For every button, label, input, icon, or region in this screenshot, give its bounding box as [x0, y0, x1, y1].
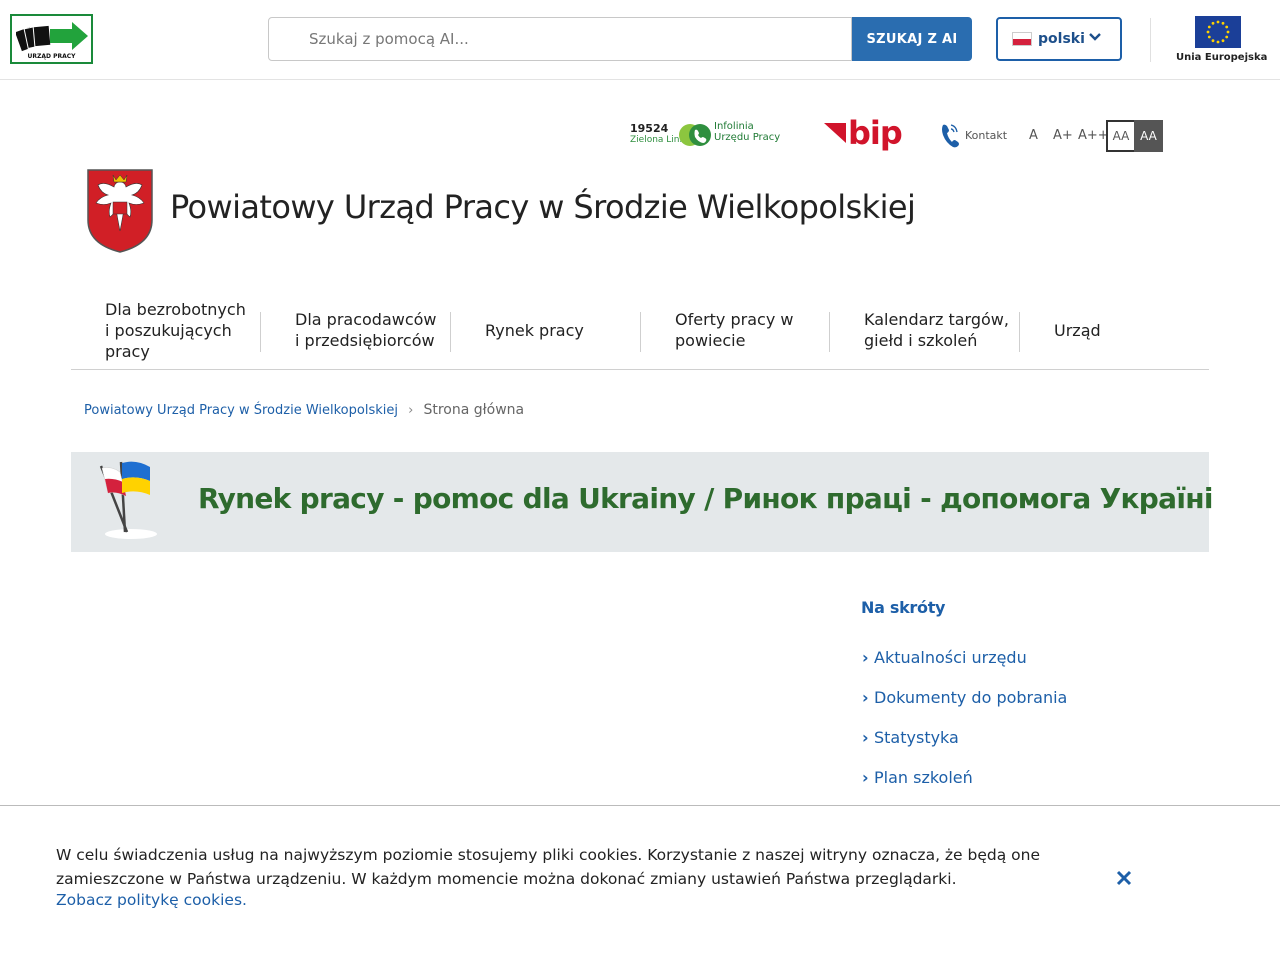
shortcut-statistics[interactable]: › Statystyka	[862, 728, 959, 747]
bip-triangle-icon	[824, 123, 846, 143]
font-size-normal-button[interactable]: A	[1029, 128, 1038, 143]
shortcut-news[interactable]: › Aktualności urzędu	[862, 648, 1027, 667]
shortcuts-title: Na skróty	[861, 598, 946, 617]
coat-of-arms-icon[interactable]	[86, 168, 154, 254]
nav-divider	[1019, 312, 1020, 352]
contact-link[interactable]: Kontakt	[938, 122, 1018, 150]
search-ai-button[interactable]: SZUKAJ Z AI	[852, 17, 972, 61]
font-size-large-button[interactable]: A+	[1053, 128, 1073, 143]
phone-icon	[942, 124, 959, 148]
font-size-xlarge-button[interactable]: A++	[1078, 128, 1109, 143]
site-title[interactable]: Powiatowy Urząd Pracy w Środzie Wielkopo…	[170, 188, 916, 226]
banner-text: Rynek pracy - pomoc dla Ukrainy / Ринок …	[198, 482, 1213, 515]
chevron-right-icon: ›	[862, 688, 869, 707]
shortcut-label: Dokumenty do pobrania	[874, 688, 1068, 707]
nav-item-job-offers[interactable]: Oferty pracy w powiecie	[675, 290, 815, 370]
chevron-right-icon: ›	[862, 728, 869, 747]
nav-divider	[450, 312, 451, 352]
breadcrumb-home-link[interactable]: Powiatowy Urząd Pracy w Środzie Wielkopo…	[84, 403, 398, 418]
nav-item-unemployed[interactable]: Dla bezrobotnych i poszukujących pracy	[105, 290, 255, 370]
contrast-high-button[interactable]: AA	[1134, 120, 1163, 152]
ukraine-help-banner[interactable]: Rynek pracy - pomoc dla Ukrainy / Ринок …	[71, 452, 1213, 552]
bip-link[interactable]: bip	[822, 114, 903, 154]
eu-logo: Unia Europejska	[1176, 16, 1268, 63]
infolinia-link[interactable]: 19524 Zielona Linia Infolinia Urzędu Prac…	[630, 120, 790, 150]
poland-ukraine-flags-icon	[99, 461, 157, 539]
close-icon[interactable]	[1112, 866, 1136, 890]
chevron-right-icon: ›	[408, 403, 414, 418]
eu-flag-icon	[1195, 16, 1241, 48]
shortcut-label: Statystyka	[874, 728, 959, 747]
poland-flag-icon	[1012, 32, 1032, 46]
eu-label: Unia Europejska	[1176, 52, 1268, 63]
chevron-down-icon	[1089, 33, 1101, 41]
logo-text: URZĄD PRACY	[27, 53, 76, 60]
infolinia-label: Infolinia Urzędu Pracy	[714, 121, 781, 143]
cookie-banner: W celu świadczenia usług na najwyższym p…	[0, 805, 1280, 960]
header-divider	[1150, 18, 1151, 62]
shortcut-label: Plan szkoleń	[874, 768, 973, 787]
chevron-right-icon: ›	[862, 768, 869, 787]
contrast-normal-button[interactable]: AA	[1106, 120, 1136, 152]
language-select[interactable]: polski	[996, 17, 1122, 61]
shortcut-training-plan[interactable]: › Plan szkoleń	[862, 768, 973, 787]
phone-circle-icon	[679, 124, 711, 146]
breadcrumb: Powiatowy Urząd Pracy w Środzie Wielkopo…	[84, 402, 524, 418]
bip-label: bip	[848, 114, 903, 152]
nav-item-calendar[interactable]: Kalendarz targów, giełd i szkoleń	[864, 290, 1014, 370]
nav-divider	[640, 312, 641, 352]
nav-item-labor-market[interactable]: Rynek pracy	[485, 290, 635, 370]
chevron-right-icon: ›	[862, 648, 869, 667]
cards-arrow-icon	[16, 22, 88, 52]
breadcrumb-current: Strona główna	[423, 402, 525, 418]
nav-item-office[interactable]: Urząd	[1054, 290, 1194, 370]
search-input[interactable]	[269, 18, 851, 60]
nav-item-employers[interactable]: Dla pracodawców i przedsiębiorców	[295, 290, 445, 370]
infolinia-number: 19524	[630, 122, 669, 135]
nav-divider	[829, 312, 830, 352]
main-nav: Dla bezrobotnych i poszukujących pracy D…	[71, 290, 1209, 370]
language-label: polski	[1038, 31, 1085, 47]
search-box	[268, 17, 852, 61]
contact-label: Kontakt	[965, 129, 1008, 142]
nav-divider	[260, 312, 261, 352]
cookie-text: W celu świadczenia usług na najwyższym p…	[56, 846, 1041, 888]
shortcut-label: Aktualności urzędu	[874, 648, 1027, 667]
top-bar: URZĄD PRACY SZUKAJ Z AI polski Unia Euro…	[0, 0, 1280, 80]
cookie-policy-link[interactable]: Zobacz politykę cookies.	[56, 891, 247, 909]
shortcut-documents[interactable]: › Dokumenty do pobrania	[862, 688, 1067, 707]
urzad-pracy-logo[interactable]: URZĄD PRACY	[10, 14, 93, 64]
